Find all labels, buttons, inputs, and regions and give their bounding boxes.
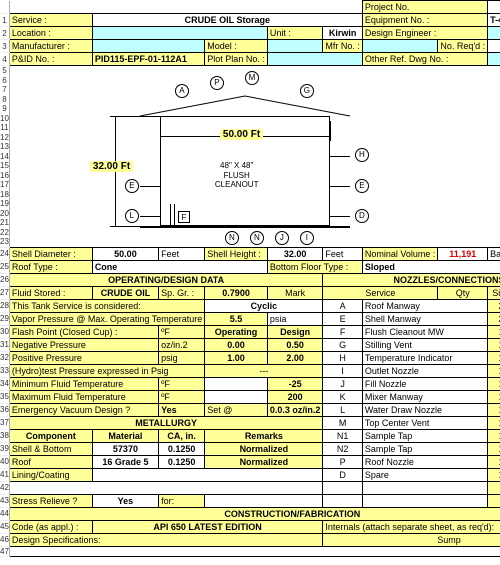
unit: Kirwin — [323, 27, 363, 40]
nozzle-mark: G — [323, 338, 363, 351]
mark-i: I — [300, 231, 314, 245]
service: CRUDE OIL Storage — [92, 14, 362, 27]
nozzle-mark: L — [323, 403, 363, 416]
nozzle-mark: K — [323, 390, 363, 403]
design-eng-label: Design Engineer : — [362, 27, 487, 40]
mark-d: D — [355, 209, 369, 223]
mfr[interactable] — [92, 40, 204, 53]
mark-e: E — [355, 179, 369, 193]
project-no: 1952.000 — [488, 1, 500, 14]
mark-h: H — [355, 148, 369, 162]
nozzle-mark: D — [323, 468, 363, 481]
no-reqd-label: No. Req'd : — [438, 40, 488, 53]
nozzle-service: Temperature Indicator — [362, 351, 487, 364]
mark-p: P — [210, 76, 224, 90]
cleanout-label: 48" X 48"FLUSHCLEANOUT — [215, 161, 259, 190]
location-label: Location : — [9, 27, 92, 40]
mfr-no-label: Mfr No. : — [323, 40, 363, 53]
nozzle-service: Stilling Vent — [362, 338, 487, 351]
nozzle-service: Sample Tap — [362, 442, 487, 455]
row-num — [0, 1, 9, 14]
mfr-no[interactable] — [362, 40, 438, 53]
nozzle-service: Top Center Vent — [362, 416, 487, 429]
nozzle-service: Outlet Nozzle — [362, 364, 487, 377]
model-label: Model : — [205, 40, 268, 53]
nozzle-service: Mixer Manway — [362, 390, 487, 403]
nozzle-mark: M — [323, 416, 363, 429]
nozzle-service: Roof Manway — [362, 299, 487, 312]
nozzle-service: Flush Cleanout MW — [362, 325, 487, 338]
mark-j: J — [275, 231, 289, 245]
pid-label: P&ID No. : — [9, 53, 92, 66]
nozzle-service: Roof Nozzle — [362, 455, 487, 468]
mfr-label: Manufacturer : — [9, 40, 92, 53]
mark-n1: N — [225, 231, 239, 245]
model[interactable] — [267, 40, 323, 53]
mark-f: F — [178, 211, 190, 223]
no-reqd: Two — [488, 40, 500, 53]
unit-label: Unit : — [267, 27, 323, 40]
nozzle-service: Sample Tap — [362, 429, 487, 442]
mark-n2: N — [250, 231, 264, 245]
nozzle-mark: N1 — [323, 429, 363, 442]
nozzle-mark: P — [323, 455, 363, 468]
nozzle-service: Water Draw Nozzle — [362, 403, 487, 416]
design-eng[interactable] — [488, 27, 500, 40]
nozzle-service — [362, 494, 487, 507]
nozzle-service: Spare — [362, 468, 487, 481]
plot-label: Plot Plan No. : — [205, 53, 268, 66]
mark-e2: E — [125, 179, 139, 193]
datasheet: Project No. 1952.000 1 Service : CRUDE O… — [0, 0, 500, 557]
nozzle-mark: N2 — [323, 442, 363, 455]
nozzle-mark: J — [323, 377, 363, 390]
row-num: 1 — [0, 14, 9, 27]
equip-no-label: Equipment No. : — [362, 14, 487, 27]
equip-no: T-400 & T-405 — [488, 14, 500, 27]
location[interactable] — [92, 27, 267, 40]
width-dim: 50.00 Ft — [220, 129, 263, 140]
nozzle-service: Shell Manway — [362, 312, 487, 325]
nozzle-mark — [323, 494, 363, 507]
nozzle-mark: A — [323, 299, 363, 312]
nozzle-mark: F — [323, 325, 363, 338]
mark-l: L — [125, 209, 139, 223]
nozzle-mark: E — [323, 312, 363, 325]
service-label: Service : — [9, 14, 92, 27]
plot-no[interactable] — [267, 53, 362, 66]
mark-m: M — [245, 71, 259, 85]
nozzle-mark: I — [323, 364, 363, 377]
pid: PID115-EPF-01-112A1 — [92, 53, 204, 66]
nozzle-service — [362, 481, 487, 494]
other-ref[interactable] — [488, 53, 500, 66]
nozzle-service: Fill Nozzle — [362, 377, 487, 390]
nozzle-mark: H — [323, 351, 363, 364]
other-ref-label: Other Ref. Dwg No. : — [362, 53, 487, 66]
tank-diagram: 50.00 Ft 32.00 Ft 48" X 48"FLUSHCLEANOUT… — [10, 66, 500, 246]
project-no-label: Project No. — [362, 1, 487, 14]
height-dim: 32.00 Ft — [90, 161, 133, 172]
nozzle-mark — [323, 481, 363, 494]
